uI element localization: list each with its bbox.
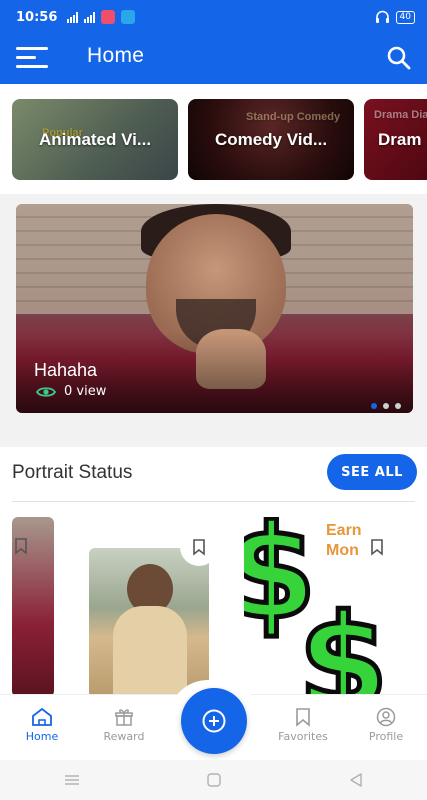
featured-slider: Hahaha 0 view [0,194,427,424]
add-button[interactable] [181,688,247,754]
nav-label: Profile [368,730,404,743]
portrait-card-2[interactable] [89,548,209,694]
view-count: 0 view [64,384,107,399]
nav-item-home[interactable]: Home [7,707,77,743]
status-bar: 10:56 40 [0,0,427,34]
nav-label: Favorites [278,730,328,743]
category-label: Dram [378,129,422,149]
status-time: 10:56 [16,9,58,25]
nav-label: Home [25,730,59,743]
nav-item-profile[interactable]: Profile [351,707,421,743]
search-icon[interactable] [386,45,412,71]
category-label: Animated Vi... [38,129,152,149]
nav-item-favorites[interactable]: Favorites [268,707,338,743]
featured-video-views: 0 view [36,384,106,399]
category-bg-text: Stand-up Comedy [246,111,341,123]
profile-icon [376,707,396,727]
menu-icon[interactable] [63,773,81,787]
slider-dot[interactable] [395,403,401,409]
featured-video-title: Hahaha [34,360,98,380]
notification-app-icon [101,10,116,24]
thumbnail-figure-body [113,606,187,694]
home-icon [32,707,52,726]
section-title: Portrait Status [12,462,133,483]
slider-dot[interactable] [383,403,389,409]
see-all-button[interactable]: SEE ALL [327,454,417,490]
nav-label: Reward [103,730,145,743]
slider-dots[interactable] [371,403,401,409]
signal-icon-2 [84,11,96,23]
page-title: Home [87,44,145,67]
bookmark-icon [296,708,310,727]
signal-icon [67,11,79,23]
eye-icon [36,386,56,397]
category-card-animated[interactable]: Popular Animated Vi... [12,99,178,180]
headphones-icon [375,10,389,23]
back-triangle-icon[interactable] [348,772,364,788]
nav-item-reward[interactable]: Reward [89,707,159,743]
svg-text:$: $ [298,586,388,694]
notification-app-icon-2 [121,10,136,24]
portrait-card-1[interactable] [12,517,54,694]
category-card-drama[interactable]: Drama Dialogue Dram [364,99,427,180]
category-bg-text: Drama Dialogue [374,109,427,121]
divider [12,501,415,502]
add-circle-icon [202,709,226,733]
battery-indicator: 40 [395,10,415,24]
status-icons-left [67,10,136,24]
featured-video-card[interactable]: Hahaha 0 view [16,204,413,413]
bookmark-icon[interactable] [190,538,208,556]
category-label: Comedy Vid... [214,129,328,149]
portrait-status-section: Portrait Status SEE ALL $ $ Earn Money [0,447,427,694]
category-carousel[interactable]: Popular Animated Vi... Stand-up Comedy C… [0,84,427,194]
home-square-icon[interactable] [206,772,222,788]
reward-icon [115,709,133,726]
hamburger-icon[interactable] [16,46,50,68]
category-card-comedy[interactable]: Stand-up Comedy Comedy Vid... [188,99,354,180]
slider-dot[interactable] [371,403,377,409]
bookmark-icon[interactable] [12,537,30,555]
app-bar: Home [0,34,427,84]
system-navigation-bar [0,760,427,800]
bookmark-icon[interactable] [368,538,386,556]
